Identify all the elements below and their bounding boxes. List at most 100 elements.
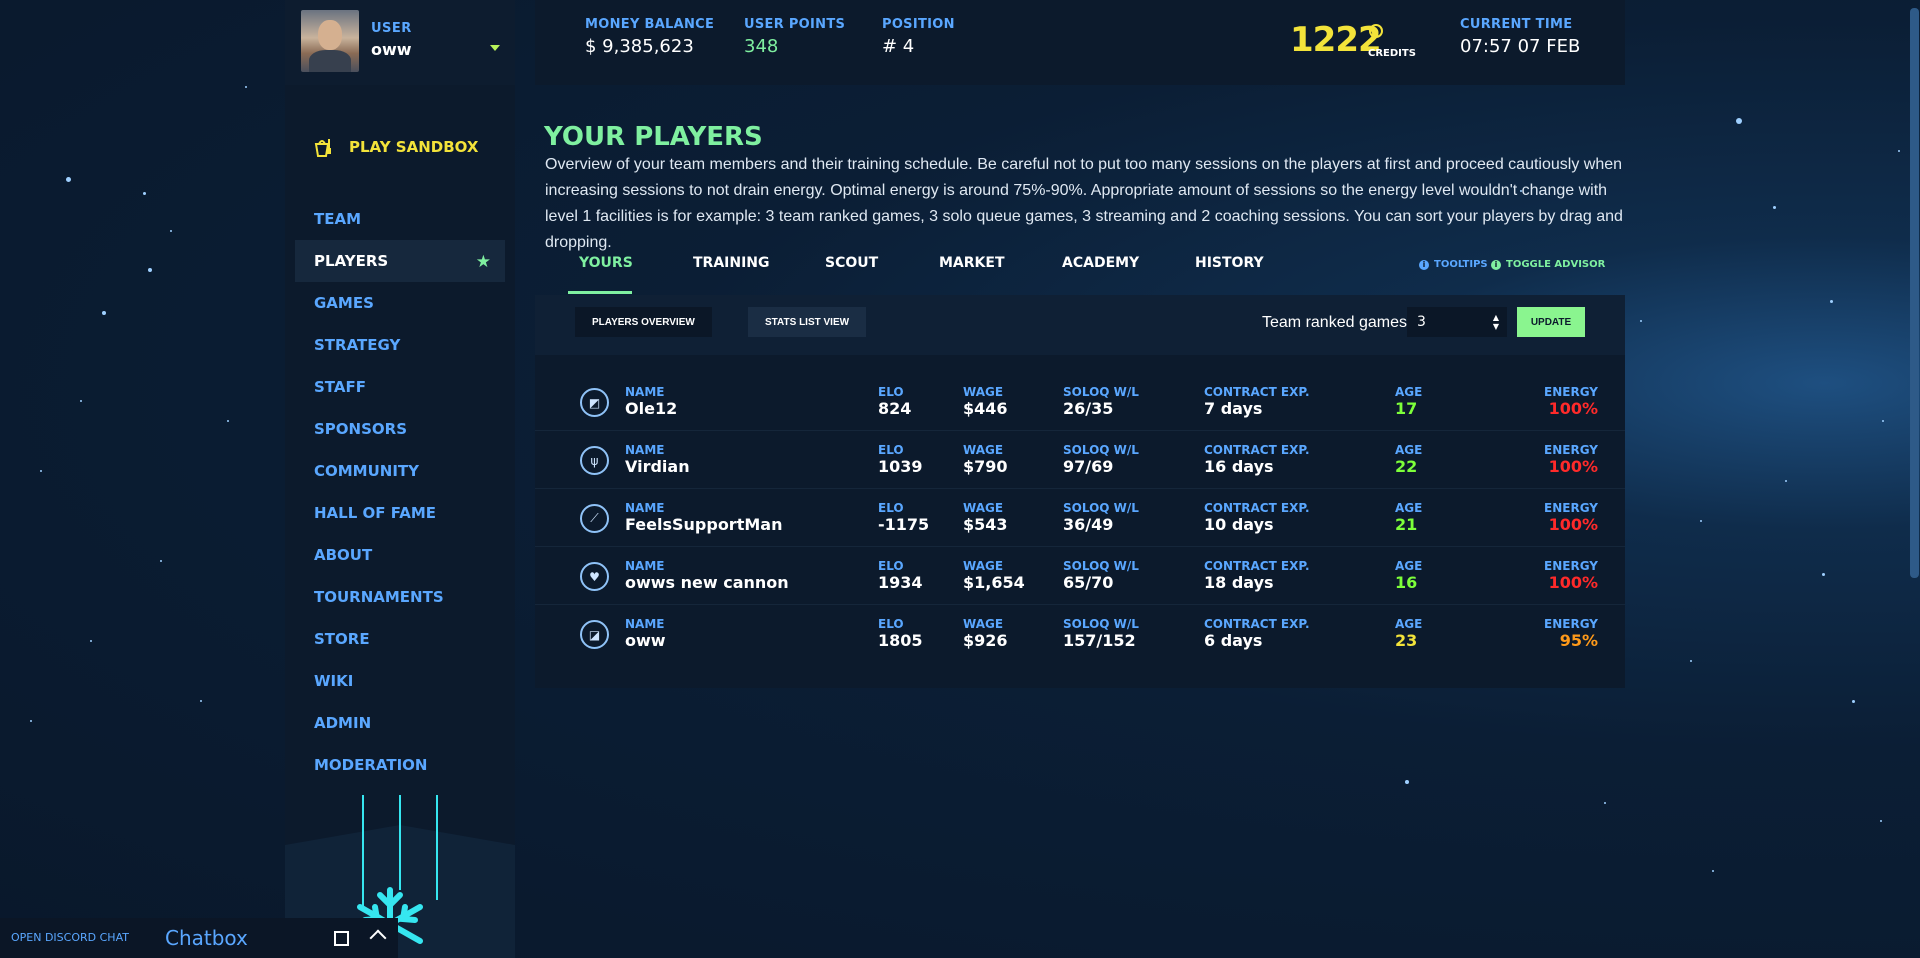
nav-item-games[interactable]: GAMES — [295, 282, 505, 324]
position-label: POSITION — [882, 17, 955, 32]
money-value: $ 9,385,623 — [585, 36, 694, 57]
column-label: ENERGY — [1544, 501, 1598, 515]
player-row[interactable]: ψ NAME Virdian ELO 1039 WAGE $790 SOLOQ W/L 97/6… — [535, 431, 1625, 489]
column-label: WAGE — [963, 617, 1004, 631]
player-row[interactable]: ⟋ NAME FeelsSupportMan ELO -1175 WAGE $543 SOLO… — [535, 489, 1625, 547]
player-energy-cell: ENERGY 100% — [1528, 443, 1598, 477]
player-energy: 100% — [1548, 399, 1598, 418]
player-contract: 18 days — [1204, 573, 1274, 592]
nav-item-community[interactable]: COMMUNITY — [295, 450, 505, 492]
advisor-toggle[interactable]: i TOGGLE ADVISOR — [1491, 259, 1605, 270]
player-row[interactable]: ♥ NAME owws new cannon ELO 1934 WAGE $1,654 SOL… — [535, 547, 1625, 605]
star-decoration — [1880, 820, 1882, 822]
tab-scout[interactable]: SCOUT — [825, 255, 878, 295]
player-soloq-cell: SOLOQ W/L 97/69 — [1063, 443, 1139, 477]
jungle-icon: ψ — [580, 446, 609, 475]
column-label: SOLOQ W/L — [1063, 617, 1139, 631]
player-wage: $926 — [963, 631, 1008, 650]
star-decoration — [245, 86, 247, 88]
player-wage: $790 — [963, 457, 1008, 476]
column-label: ELO — [878, 385, 904, 399]
player-row[interactable]: ◩ NAME Ole12 ELO 824 WAGE $446 SOLOQ W/L 26/35 CO… — [535, 373, 1625, 431]
player-contract-cell: CONTRACT EXP. 7 days — [1204, 385, 1310, 419]
tooltips-toggle[interactable]: i TOOLTIPS — [1419, 259, 1488, 270]
star-decoration — [66, 177, 71, 182]
nav-item-sponsors[interactable]: SPONSORS — [295, 408, 505, 450]
bot-lane-icon: ◪ — [580, 620, 609, 649]
nav-item-tournaments[interactable]: TOURNAMENTS — [295, 576, 505, 618]
nav-item-players[interactable]: PLAYERS ★ — [295, 240, 505, 282]
player-elo-cell: ELO 1039 — [878, 443, 923, 477]
user-menu[interactable]: USER oww — [285, 0, 515, 85]
player-elo: -1175 — [878, 515, 930, 534]
column-label: NAME — [625, 385, 665, 399]
column-label: CONTRACT EXP. — [1204, 559, 1310, 573]
star-decoration — [90, 640, 92, 642]
tab-market[interactable]: MARKET — [939, 255, 1005, 295]
nav-label: PLAYERS — [314, 252, 389, 270]
player-name-cell[interactable]: NAME FeelsSupportMan — [625, 501, 782, 535]
info-icon: i — [1491, 259, 1501, 270]
sandbox-label: PLAY SANDBOX — [349, 138, 479, 156]
tab-academy[interactable]: ACADEMY — [1062, 255, 1139, 295]
tab-training[interactable]: TRAINING — [693, 255, 770, 295]
nav-item-wiki[interactable]: WIKI — [295, 660, 505, 702]
update-button[interactable]: UPDATE — [1517, 307, 1585, 337]
tab-history[interactable]: HISTORY — [1195, 255, 1264, 295]
nav-label: GAMES — [314, 294, 374, 312]
player-name-cell[interactable]: NAME Virdian — [625, 443, 690, 477]
support-heart-icon: ♥ — [580, 562, 609, 591]
player-soloq-cell: SOLOQ W/L 65/70 — [1063, 559, 1139, 593]
tab-label: MARKET — [939, 255, 1005, 271]
nav-item-strategy[interactable]: STRATEGY — [295, 324, 505, 366]
user-points: USER POINTS 348 — [744, 17, 845, 57]
player-row[interactable]: ◪ NAME oww ELO 1805 WAGE $926 SOLOQ W/L 157/152 C… — [535, 605, 1625, 663]
player-energy-cell: ENERGY 100% — [1528, 385, 1598, 419]
column-label: SOLOQ W/L — [1063, 443, 1139, 457]
nav-item-hall-of-fame[interactable]: HALL OF FAME — [295, 492, 505, 534]
player-energy: 95% — [1559, 631, 1598, 650]
play-sandbox-link[interactable]: PLAY SANDBOX — [313, 137, 478, 157]
stats-list-view-button[interactable]: STATS LIST VIEW — [748, 307, 867, 337]
nav-label: TEAM — [314, 210, 362, 228]
star-decoration — [1712, 870, 1714, 872]
ranked-select-value: 3 — [1417, 314, 1426, 330]
tab-label: SCOUT — [825, 255, 879, 271]
player-contract-cell: CONTRACT EXP. 16 days — [1204, 443, 1310, 477]
star-decoration — [1830, 300, 1833, 303]
open-discord-chat-link[interactable]: OPEN DISCORD CHAT — [11, 931, 129, 944]
player-name-cell[interactable]: NAME oww — [625, 617, 666, 651]
player-wage-cell: WAGE $543 — [963, 501, 1008, 535]
nav-item-store[interactable]: STORE — [295, 618, 505, 660]
page-scrollbar[interactable] — [1910, 8, 1919, 578]
tab-yours[interactable]: YOURS — [568, 255, 633, 295]
maximize-icon[interactable] — [334, 931, 349, 946]
page-description: Overview of your team members and their … — [545, 156, 1623, 251]
chatbox-title[interactable]: Chatbox — [165, 926, 248, 950]
nav-item-moderation[interactable]: MODERATION — [295, 744, 505, 786]
nav-label: WIKI — [314, 672, 354, 690]
player-name-cell[interactable]: NAME Ole12 — [625, 385, 677, 419]
team-ranked-games-select[interactable]: 3 ▲ ▼ — [1407, 307, 1507, 337]
nav-item-team[interactable]: TEAM — [295, 198, 505, 240]
column-label: ENERGY — [1544, 617, 1598, 631]
players-overview-button[interactable]: PLAYERS OVERVIEW — [575, 307, 712, 337]
nav-item-about[interactable]: ABOUT — [295, 534, 505, 576]
nav-label: STAFF — [314, 378, 366, 396]
nav-item-admin[interactable]: ADMIN — [295, 702, 505, 744]
chevron-down-icon[interactable] — [490, 45, 500, 51]
nav-item-staff[interactable]: STAFF — [295, 366, 505, 408]
player-elo: 824 — [878, 399, 912, 418]
player-elo-cell: ELO 1805 — [878, 617, 923, 651]
player-energy: 100% — [1548, 515, 1598, 534]
player-soloq: 26/35 — [1063, 399, 1114, 418]
chevron-up-icon[interactable] — [369, 929, 387, 947]
column-label: WAGE — [963, 501, 1004, 515]
favorite-star-icon[interactable]: ★ — [476, 252, 491, 272]
nav-label: TOURNAMENTS — [314, 588, 444, 606]
active-tab-indicator — [568, 291, 632, 294]
player-contract: 6 days — [1204, 631, 1263, 650]
tooltips-label: TOOLTIPS — [1434, 259, 1488, 270]
select-arrows-icon: ▲ ▼ — [1492, 313, 1499, 331]
player-name-cell[interactable]: NAME owws new cannon — [625, 559, 789, 593]
